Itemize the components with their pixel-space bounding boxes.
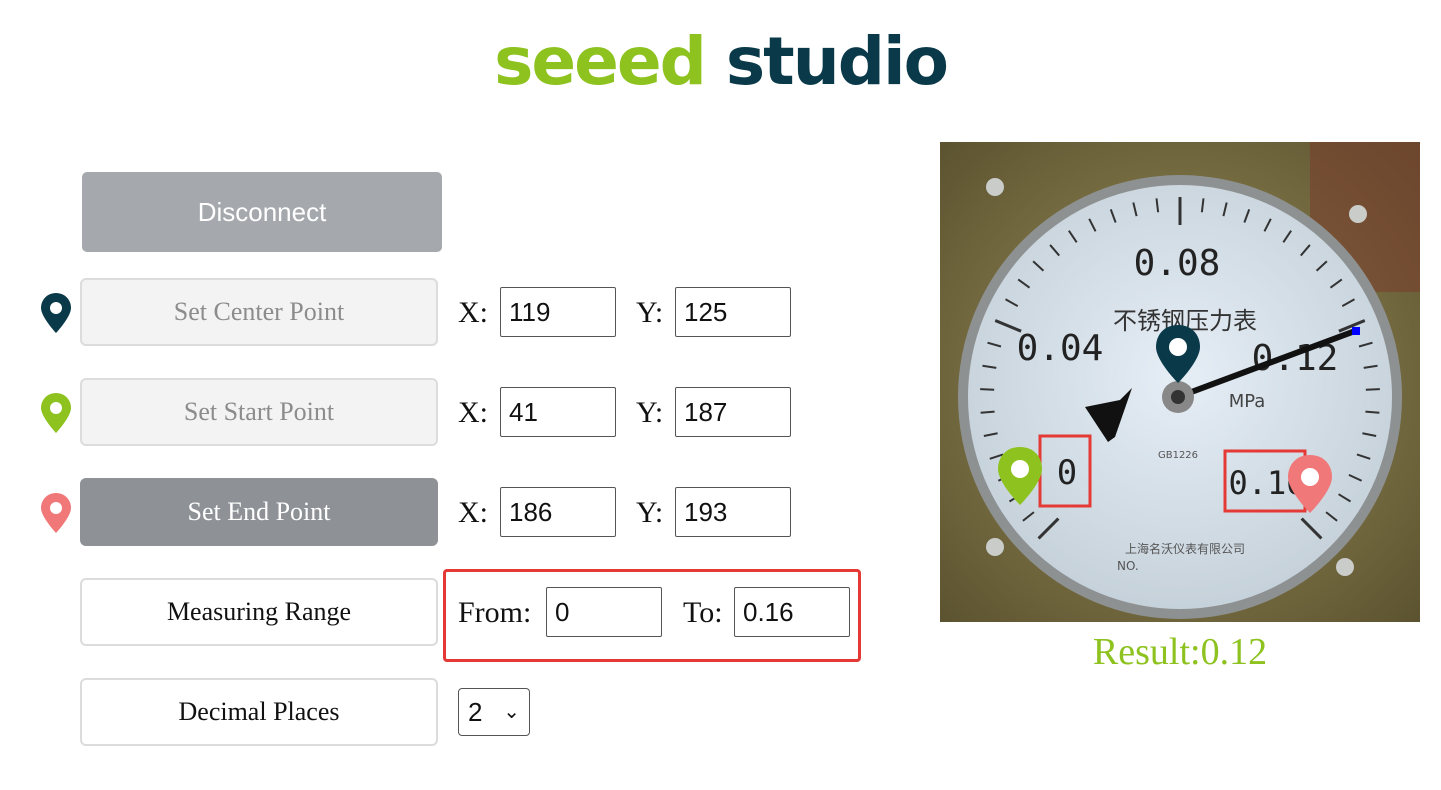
gauge-unit-text: MPa xyxy=(1229,391,1266,412)
chevron-down-icon: ⌄ xyxy=(503,701,520,723)
measuring-range-label-box: Measuring Range xyxy=(80,578,438,646)
set-end-point-button[interactable]: Set End Point xyxy=(80,478,438,546)
decimal-places-value: 2 xyxy=(468,697,483,727)
range-from-input[interactable] xyxy=(546,587,662,637)
disconnect-button[interactable]: Disconnect xyxy=(82,172,442,252)
start-x-label: X: xyxy=(458,396,488,429)
gauge-camera-image: 0.08 0.04 0.12 0 0.16 不锈钢压力表 MPa GB1226 … xyxy=(940,142,1420,622)
gauge-tick xyxy=(1365,388,1380,391)
logo-studio: studio xyxy=(725,23,949,100)
center-x-input[interactable] xyxy=(500,287,616,337)
end-x-input[interactable] xyxy=(500,487,616,537)
decimal-places-label-box: Decimal Places xyxy=(80,678,438,746)
start-x-input[interactable] xyxy=(500,387,616,437)
gauge-label-008: 0.08 xyxy=(1134,243,1221,284)
result-text: Result:0.12 xyxy=(1092,631,1268,673)
range-to-label: To: xyxy=(683,596,723,629)
gauge-tick xyxy=(1365,410,1380,414)
seeed-studio-logo: seeed studio xyxy=(0,22,1441,102)
center-point-pin-icon xyxy=(41,293,71,333)
end-point-pin-icon xyxy=(41,493,71,533)
set-center-point-button[interactable]: Set Center Point xyxy=(80,278,438,346)
gauge-serial-text: NO. xyxy=(1117,559,1139,573)
start-y-label: Y: xyxy=(636,396,664,429)
set-start-point-button[interactable]: Set Start Point xyxy=(80,378,438,446)
center-y-input[interactable] xyxy=(675,287,791,337)
center-x-label: X: xyxy=(458,296,488,329)
gauge-tick xyxy=(980,410,995,414)
range-to-input[interactable] xyxy=(734,587,850,637)
range-from-label: From: xyxy=(458,596,532,629)
center-y-label: Y: xyxy=(636,296,664,329)
gauge-label-004: 0.04 xyxy=(1017,328,1104,369)
start-point-pin-icon xyxy=(41,393,71,433)
decimal-places-select[interactable]: 2 ⌄ xyxy=(458,688,530,736)
gauge-maker-text: 上海名沃仪表有限公司 xyxy=(1125,541,1245,556)
gauge-label-0: 0 xyxy=(1057,453,1077,493)
end-y-label: Y: xyxy=(636,496,664,529)
gauge-tick xyxy=(980,388,995,391)
end-x-label: X: xyxy=(458,496,488,529)
logo-seeed: seeed xyxy=(494,23,707,100)
start-y-input[interactable] xyxy=(675,387,791,437)
gauge-small-text: GB1226 xyxy=(1158,450,1198,461)
end-y-input[interactable] xyxy=(675,487,791,537)
